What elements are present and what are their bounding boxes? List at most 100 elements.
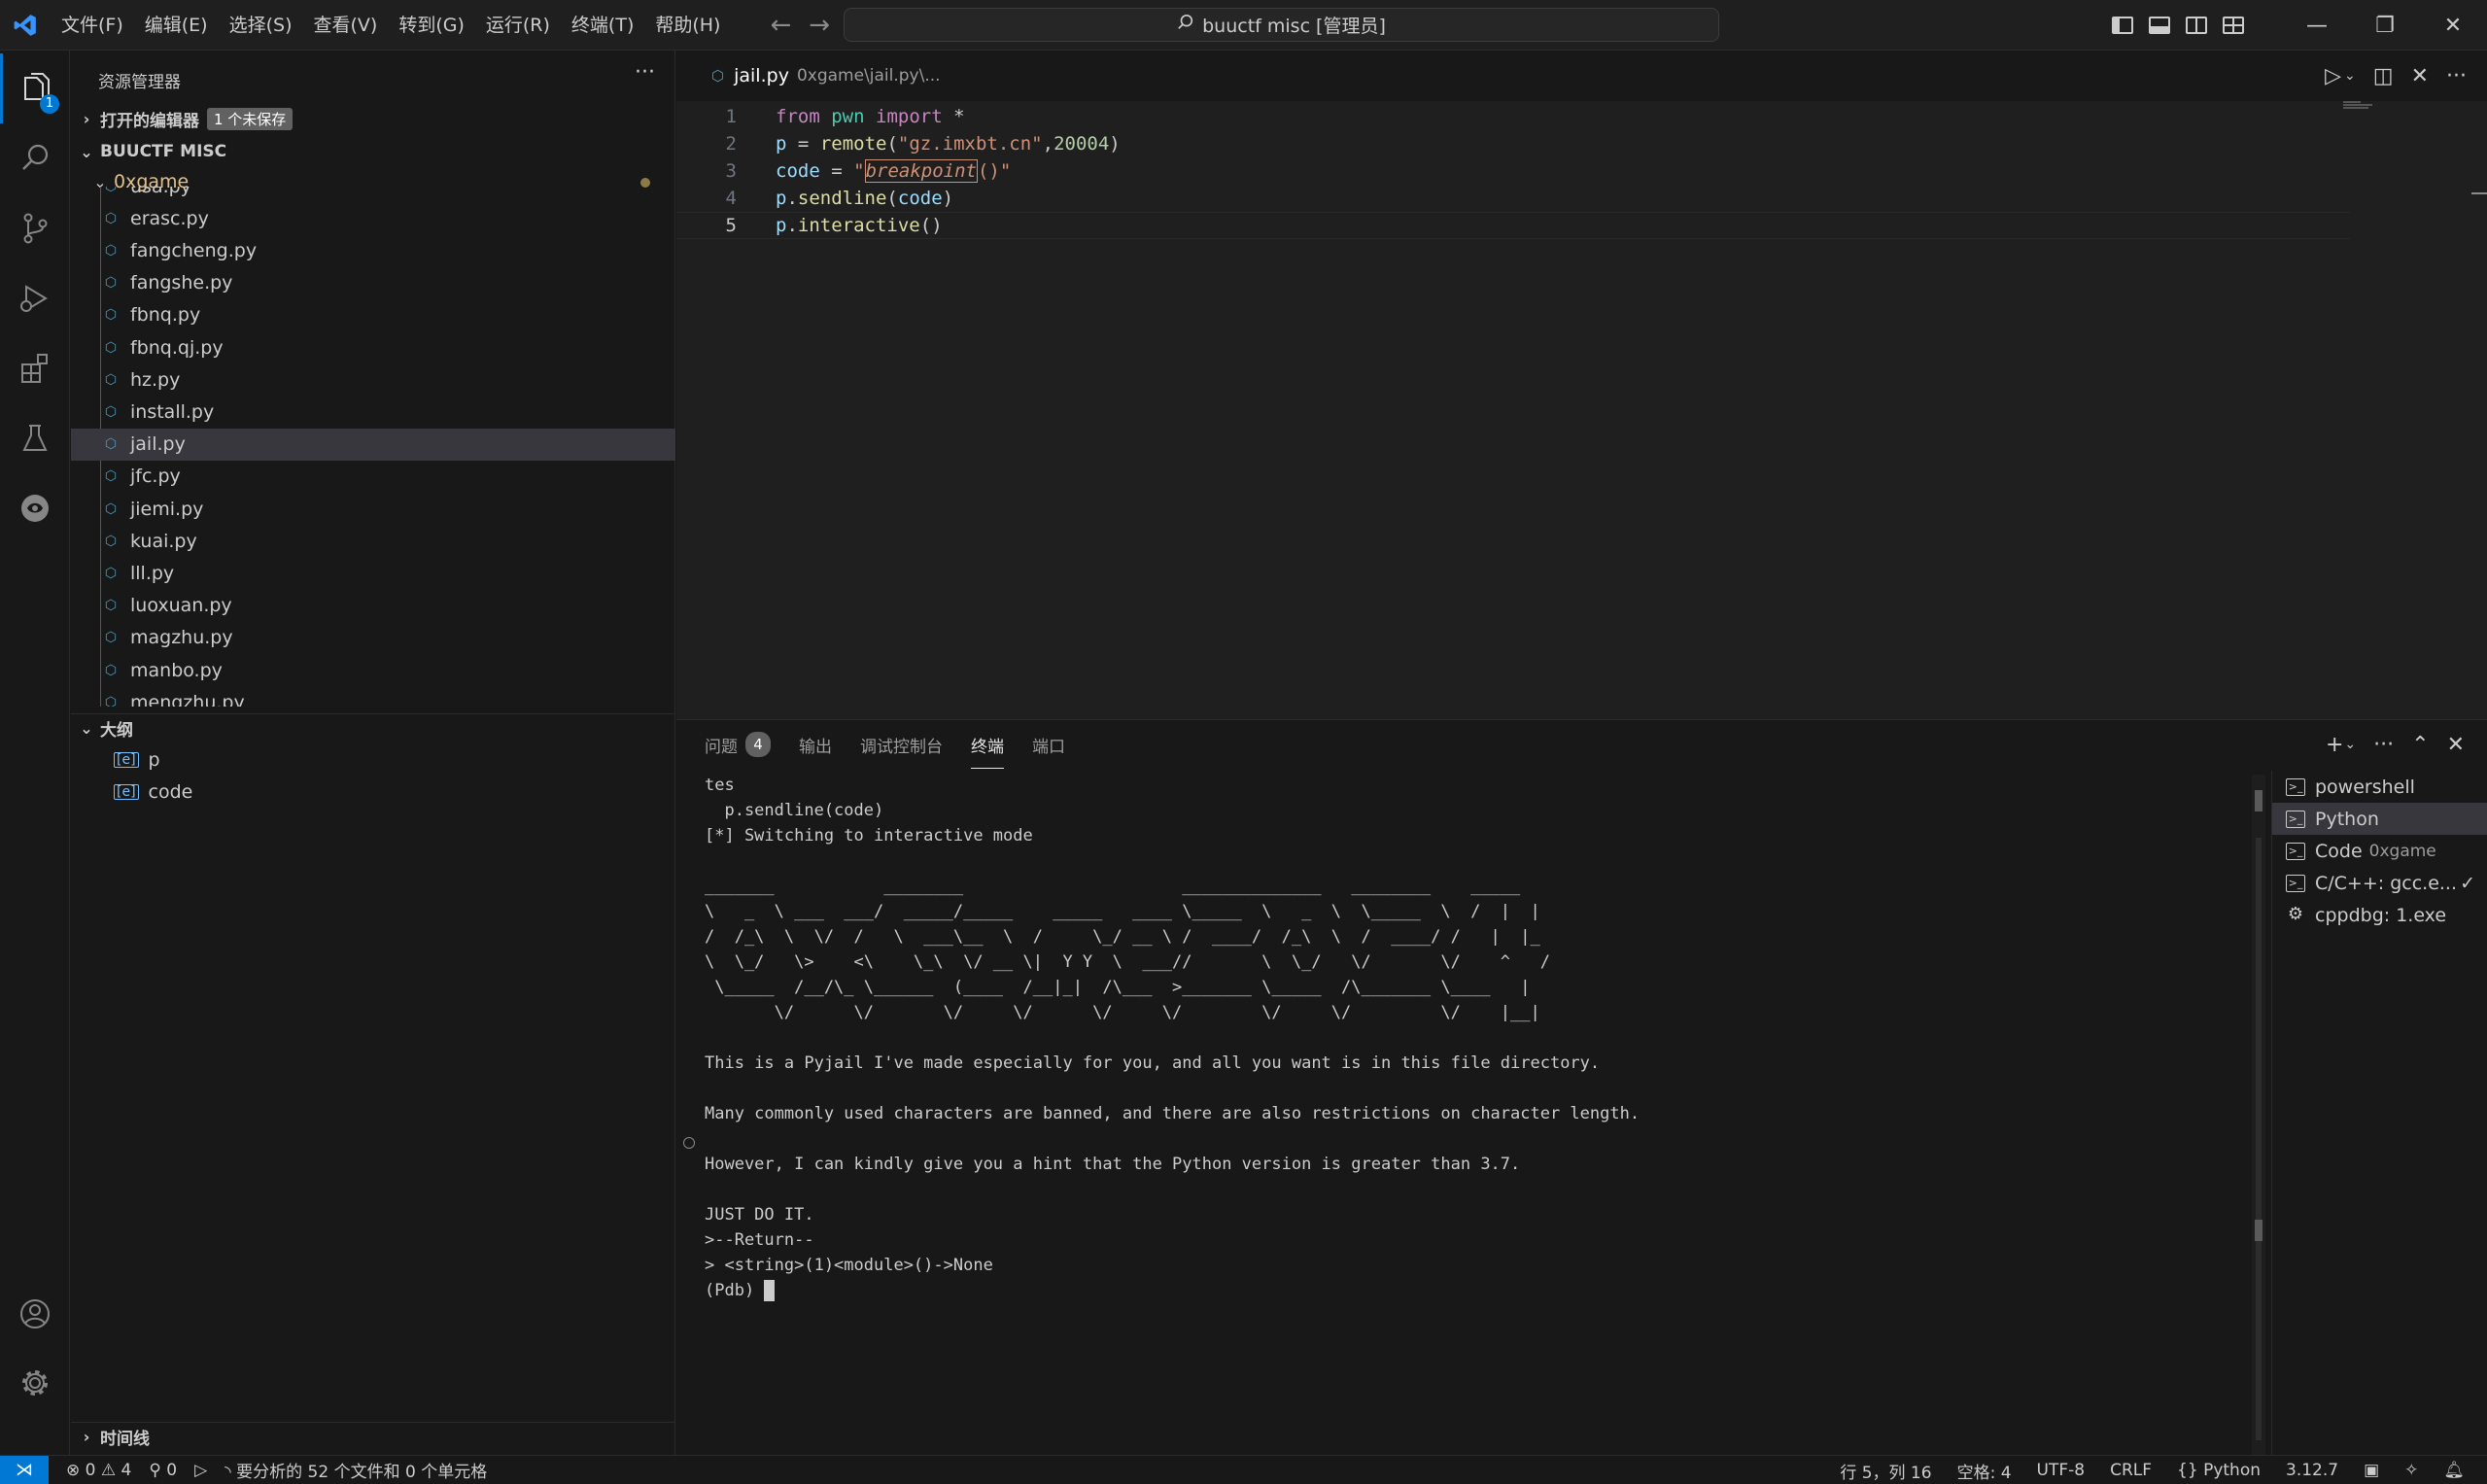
menu-terminal[interactable]: 终端(T)	[561, 0, 644, 51]
customize-layout-icon[interactable]	[2223, 17, 2244, 34]
line-ending[interactable]: CRLF	[2110, 1461, 2152, 1480]
terminal-desc: 0xgame	[2368, 841, 2436, 861]
menu-go[interactable]: 转到(G)	[388, 0, 475, 51]
file-item[interactable]: ⬡ mengzhu.py	[71, 686, 675, 707]
indentation[interactable]: 空格: 4	[1957, 1459, 2012, 1483]
extensions-icon[interactable]	[0, 333, 70, 403]
command-decoration-icon[interactable]	[683, 1137, 695, 1149]
outline-section[interactable]: ⌄ 大纲	[71, 713, 675, 742]
menu-run[interactable]: 运行(R)	[475, 0, 561, 51]
tab-problems[interactable]: 问题 4	[705, 732, 771, 757]
outline-item-code[interactable]: [e] code	[71, 776, 675, 808]
toggle-sidebar-icon[interactable]	[2112, 17, 2133, 34]
feedback-icon[interactable]: ▣	[2364, 1461, 2379, 1480]
tab-terminal[interactable]: 终端	[971, 733, 1004, 769]
file-item[interactable]: ⬡ fbnq.py	[71, 299, 675, 331]
tab-jail-py[interactable]: jail.py	[734, 65, 789, 86]
more-actions-icon[interactable]: ···	[635, 60, 655, 85]
file-item[interactable]: ⬡ fangshe.py	[71, 267, 675, 299]
terminal-prompt-line[interactable]: (Pdb)	[705, 1278, 1949, 1303]
terminal-instance[interactable]: ⚙ cppdbg: 1.exe	[2272, 899, 2487, 931]
menu-edit[interactable]: 编辑(E)	[134, 0, 219, 51]
terminal-instance[interactable]: >_ Python	[2272, 803, 2487, 835]
menu-view[interactable]: 查看(V)	[303, 0, 389, 51]
account-icon[interactable]	[0, 1279, 70, 1349]
search-view-icon[interactable]	[0, 123, 70, 193]
code-editor[interactable]: 1 from pwn import * 2 p = remote("gz.imx…	[676, 101, 2487, 719]
terminal-instance[interactable]: >_ Code 0xgame	[2272, 835, 2487, 867]
remote-explorer-icon[interactable]	[0, 473, 70, 543]
file-item[interactable]: ⬡ jiemi.py	[71, 493, 675, 525]
identifier: code	[897, 188, 943, 209]
python-file-icon: ⬡	[104, 500, 118, 517]
debug-gear-icon: ⚙	[2287, 903, 2304, 924]
panel-more-icon[interactable]: ···	[2373, 733, 2394, 757]
file-item[interactable]: ⬡ fbnq.qj.py	[71, 331, 675, 363]
command-center-search[interactable]: buuctf misc [管理员]	[844, 8, 1719, 42]
split-editor-icon[interactable]: ◫	[2373, 64, 2394, 88]
terminal-line: tes	[705, 776, 735, 795]
function-name: remote	[819, 133, 887, 155]
file-item[interactable]: ⬡ jail.py	[71, 428, 675, 461]
cursor-position[interactable]: 行 5，列 16	[1840, 1459, 1931, 1483]
tab-debug-console[interactable]: 调试控制台	[860, 733, 943, 757]
close-editor-icon[interactable]: ✕	[2411, 64, 2429, 88]
file-item[interactable]: ⬡ luoxuan.py	[71, 590, 675, 622]
python-version[interactable]: 3.12.7	[2286, 1461, 2338, 1480]
close-panel-icon[interactable]: ✕	[2447, 733, 2465, 757]
source-control-icon[interactable]	[0, 193, 70, 263]
testing-flask-icon[interactable]	[0, 403, 70, 473]
file-item[interactable]: ⬡ hz.py	[71, 363, 675, 396]
file-item[interactable]: ⬡ jfc.py	[71, 461, 675, 493]
run-file-icon[interactable]: ▷	[2325, 64, 2341, 88]
run-debug-icon[interactable]	[0, 263, 70, 333]
terminal-dropdown-chevron-icon[interactable]: ⌄	[2344, 737, 2356, 752]
close-window-button[interactable]: ✕	[2419, 0, 2487, 51]
settings-gear-icon[interactable]	[0, 1348, 70, 1418]
file-item[interactable]: ⬡ lll.py	[71, 557, 675, 589]
copilot-icon[interactable]: ✧	[2404, 1461, 2418, 1480]
menu-help[interactable]: 帮助(H)	[644, 0, 731, 51]
maximize-panel-chevron-up-icon[interactable]: ⌃	[2411, 733, 2429, 757]
minimap[interactable]	[2343, 101, 2382, 121]
open-editors-section[interactable]: › 打开的编辑器 1 个未保存	[71, 104, 675, 133]
editor-more-icon[interactable]: ···	[2446, 64, 2467, 88]
debug-launch-icon[interactable]: ▷	[194, 1461, 207, 1480]
encoding[interactable]: UTF-8	[2037, 1461, 2086, 1480]
back-arrow-icon[interactable]: ←	[770, 11, 791, 40]
file-item[interactable]: ⬡ kuai.py	[71, 525, 675, 557]
problems-status[interactable]: ⊗ 0 ⚠ 4	[66, 1461, 131, 1480]
tab-output[interactable]: 输出	[799, 733, 832, 757]
file-item[interactable]: ⬡ erasc.py	[71, 202, 675, 234]
toggle-secondary-sidebar-icon[interactable]	[2186, 17, 2207, 34]
minimize-button[interactable]: —	[2283, 0, 2351, 51]
file-item[interactable]: ⬡ magzhu.py	[71, 622, 675, 654]
analysis-status[interactable]: ◝ 要分析的 52 个文件和 0 个单元格	[225, 1458, 487, 1482]
outline-item-p[interactable]: [e] p	[71, 743, 675, 776]
file-item[interactable]: ⬡ fangcheng.py	[71, 234, 675, 266]
menu-selection[interactable]: 选择(S)	[219, 0, 303, 51]
scrollbar-thumb[interactable]	[2256, 838, 2262, 1440]
terminal-scrollbar[interactable]	[2252, 775, 2265, 1455]
restore-button[interactable]: ❐	[2351, 0, 2419, 51]
terminal-output[interactable]: tes p.sendline(code) [*] Switching to int…	[705, 773, 1949, 1453]
remote-indicator-icon[interactable]: ⋊	[0, 1455, 49, 1484]
explorer-icon[interactable]: 1	[0, 53, 70, 123]
timeline-section[interactable]: › 时间线	[71, 1422, 675, 1451]
ports-status[interactable]: ⚲ 0	[149, 1461, 177, 1480]
new-terminal-plus-icon[interactable]: +	[2326, 733, 2343, 757]
menu-file[interactable]: 文件(F)	[51, 0, 134, 51]
toggle-panel-icon[interactable]	[2149, 17, 2170, 34]
file-item[interactable]: ⬡ usa.py	[71, 187, 675, 202]
terminal-instance[interactable]: >_ C/C++: gcc.e... ✓	[2272, 867, 2487, 899]
file-item[interactable]: ⬡ install.py	[71, 396, 675, 428]
notifications-bell-icon[interactable]: 🔔︎	[2443, 1461, 2465, 1480]
open-editors-label: 打开的编辑器	[100, 111, 199, 131]
terminal-instance[interactable]: >_ powershell	[2272, 771, 2487, 803]
tab-ports[interactable]: 端口	[1032, 733, 1065, 757]
language-mode[interactable]: {} Python	[2177, 1461, 2261, 1480]
workspace-section[interactable]: ⌄ BUUCTF MISC	[71, 137, 675, 166]
run-dropdown-chevron-icon[interactable]: ⌄	[2344, 68, 2356, 84]
file-item[interactable]: ⬡ manbo.py	[71, 654, 675, 686]
forward-arrow-icon[interactable]: →	[809, 11, 830, 40]
